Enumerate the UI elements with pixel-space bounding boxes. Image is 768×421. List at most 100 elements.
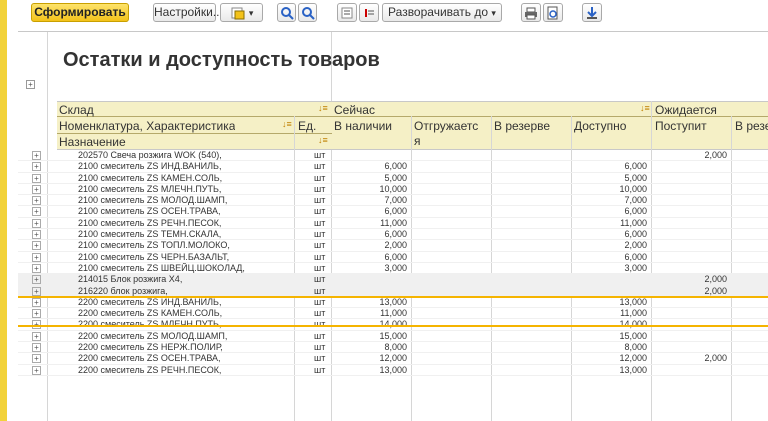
expand-row-toggle[interactable]: + [32,230,41,240]
expand-row-toggle[interactable]: + [32,365,41,375]
expand-row-toggle[interactable]: + [32,263,41,273]
expand-row-toggle[interactable]: + [32,218,41,228]
table-row[interactable]: +2100 смеситель ZS ИНД.ВАНИЛЬ, шт 6,000 6,0… [18,161,768,173]
header-shipping[interactable]: Отгружаетс я [414,119,488,149]
table-row[interactable]: +2200 смеситель ZS НЕРЖ.ПОЛИР, шт 8,000 8,0… [18,342,768,354]
row-available: 5,000 [624,172,647,183]
table-row[interactable]: +2200 смеситель ZS МОЛОД.ШАМП, шт 15,000 15… [18,330,768,343]
row-available: 13,000 [619,296,647,307]
row-available: 6,000 [624,251,647,262]
header-warehouse[interactable]: Склад [59,103,94,117]
list-collapse-icon [341,7,353,19]
row-available: 15,000 [619,330,647,341]
header-incoming[interactable]: Поступит [655,119,707,133]
table-row[interactable]: +214015 Блок розжига Х4, шт 2,000 [18,274,768,286]
save-button[interactable] [582,3,602,22]
header-now: Сейчас [334,103,375,117]
row-in-stock: 13,000 [379,296,407,307]
search-icon [280,6,294,20]
row-in-stock: 15,000 [379,330,407,341]
table-row[interactable]: +2100 смеситель ZS ЧЕРН.БАЗАЛЬТ, шт 6,000 6… [18,252,768,263]
header-available[interactable]: Доступно [574,119,626,133]
table-row[interactable]: +202570 Свеча розжига WOK (540), шт 2,000 [18,150,768,162]
table-row[interactable]: +2100 смеситель ZS ШВЕЙЦ.ШОКОЛАД, шт 3,000… [18,262,768,275]
expand-row-toggle[interactable]: + [32,173,41,183]
download-icon [587,6,597,19]
expand-row-toggle[interactable]: + [32,343,41,353]
table-row[interactable]: +2100 смеситель ZS ТОПЛ.МОЛОКО, шт 2,000 2,… [18,240,768,252]
row-item-name: 214015 Блок розжига Х4, [78,274,183,285]
expand-row-toggle[interactable]: + [32,252,41,262]
table-row[interactable]: +2200 смеситель ZS КАМЕН.СОЛЬ, шт 11,000 11… [18,308,768,320]
row-in-stock: 12,000 [379,353,407,364]
row-item-name: 2100 смеситель ZS МОЛОД.ШАМП, [78,195,228,206]
row-available: 8,000 [624,342,647,353]
expand-row-toggle[interactable]: + [32,162,41,172]
row-item-name: 2200 смеситель ZS НЕРЖ.ПОЛИР, [78,342,223,353]
row-item-name: 2100 смеситель ZS ШВЕЙЦ.ШОКОЛАД, [78,262,245,273]
expand-row-toggle[interactable]: + [32,331,41,341]
expand-all-toggle[interactable]: + [26,80,35,89]
row-item-name: 2200 смеситель ZS ОСЕН.ТРАВА, [78,353,221,364]
table-row[interactable]: +2100 смеситель ZS МЛЕЧН.ПУТЬ, шт 10,000 10… [18,183,768,196]
expand-row-toggle[interactable]: + [32,309,41,319]
expand-row-toggle[interactable]: + [32,241,41,251]
expand-row-toggle[interactable]: + [32,297,41,307]
header-in-stock[interactable]: В наличии [334,119,392,133]
sort-icon[interactable]: ↓≡ [318,135,328,145]
row-in-stock: 11,000 [380,308,407,319]
expand-row-toggle[interactable]: + [32,184,41,194]
expand-row-toggle[interactable]: + [32,207,41,217]
expand-row-toggle[interactable]: + [32,354,41,364]
expand-row-toggle[interactable]: + [32,196,41,206]
print-button[interactable] [521,3,541,22]
row-available: 13,000 [619,364,647,375]
header-unit[interactable]: Ед. [298,119,328,133]
table-row[interactable]: +2100 смеситель ZS ОСЕН.ТРАВА, шт 6,000 6,0… [18,206,768,218]
collapse-groups-button[interactable] [337,3,357,22]
row-in-stock: 5,000 [384,172,407,183]
row-item-name: 2100 смеситель ZS ЧЕРН.БАЗАЛЬТ, [78,251,230,262]
table-row[interactable]: +2100 смеситель ZS РЕЧН.ПЕСОК, шт 11,000 11… [18,217,768,230]
sort-icon[interactable]: ↓≡ [318,103,328,113]
table-row[interactable]: +2100 смеситель ZS МОЛОД.ШАМП, шт 7,000 7,0… [18,195,768,207]
row-item-name: 2100 смеситель ZS ОСЕН.ТРАВА, [78,206,221,217]
settings-button[interactable]: Настройки... [153,3,223,22]
row-in-stock: 11,000 [380,217,407,228]
sort-icon[interactable]: ↓≡ [282,119,292,129]
find-next-button[interactable] [298,3,317,22]
expand-row-toggle[interactable]: + [32,151,41,160]
expand-row-toggle[interactable]: + [32,275,41,285]
row-in-stock: 8,000 [384,342,407,353]
table-row[interactable]: +2200 смеситель ZS ОСЕН.ТРАВА, шт 12,000 12… [18,353,768,365]
expand-groups-button[interactable] [359,3,379,22]
report-title: Остатки и доступность товаров [63,49,380,71]
row-item-name: 2100 смеситель ZS ТЕМН.СКАЛА, [78,229,222,240]
search-next-icon [301,6,315,20]
sort-icon[interactable]: ↓≡ [640,103,650,113]
table-row[interactable]: +2100 смеситель ZS КАМЕН.СОЛЬ, шт 5,000 5,0… [18,173,768,184]
header-reserve[interactable]: В резерве [494,119,550,133]
printer-icon [525,7,537,20]
expand-row-toggle[interactable]: + [32,286,41,296]
header-purpose[interactable]: Назначение [59,135,126,149]
table-row[interactable]: +2200 смеситель ZS РЕЧН.ПЕСОК, шт 13,000 13… [18,365,768,376]
row-available: 2,000 [624,240,647,251]
row-incoming: 2,000 [704,150,727,160]
generate-button[interactable]: Сформировать [31,3,129,22]
find-button[interactable] [277,3,296,22]
variants-dropdown-button[interactable]: ▾ [220,3,263,22]
row-available: 11,000 [620,308,647,319]
grid-line [18,31,768,32]
table-row[interactable]: +2100 смеситель ZS ТЕМН.СКАЛА, шт 6,000 6,0… [18,229,768,241]
header-line [57,133,332,134]
expand-to-dropdown[interactable]: Разворачивать до ▾ [382,3,502,22]
header-item[interactable]: Номенклатура, Характеристика [59,119,235,133]
header-reserve-expected[interactable]: В резе [735,119,768,133]
row-in-stock: 13,000 [379,364,407,375]
row-available: 10,000 [619,183,647,194]
table-row[interactable]: +2200 смеситель ZS ИНД.ВАНИЛЬ, шт 13,000 13… [18,296,768,309]
preview-button[interactable] [543,3,563,22]
report-rows: +202570 Свеча розжига WOK (540), шт 2,000 +… [18,150,768,376]
row-incoming: 2,000 [704,285,727,296]
